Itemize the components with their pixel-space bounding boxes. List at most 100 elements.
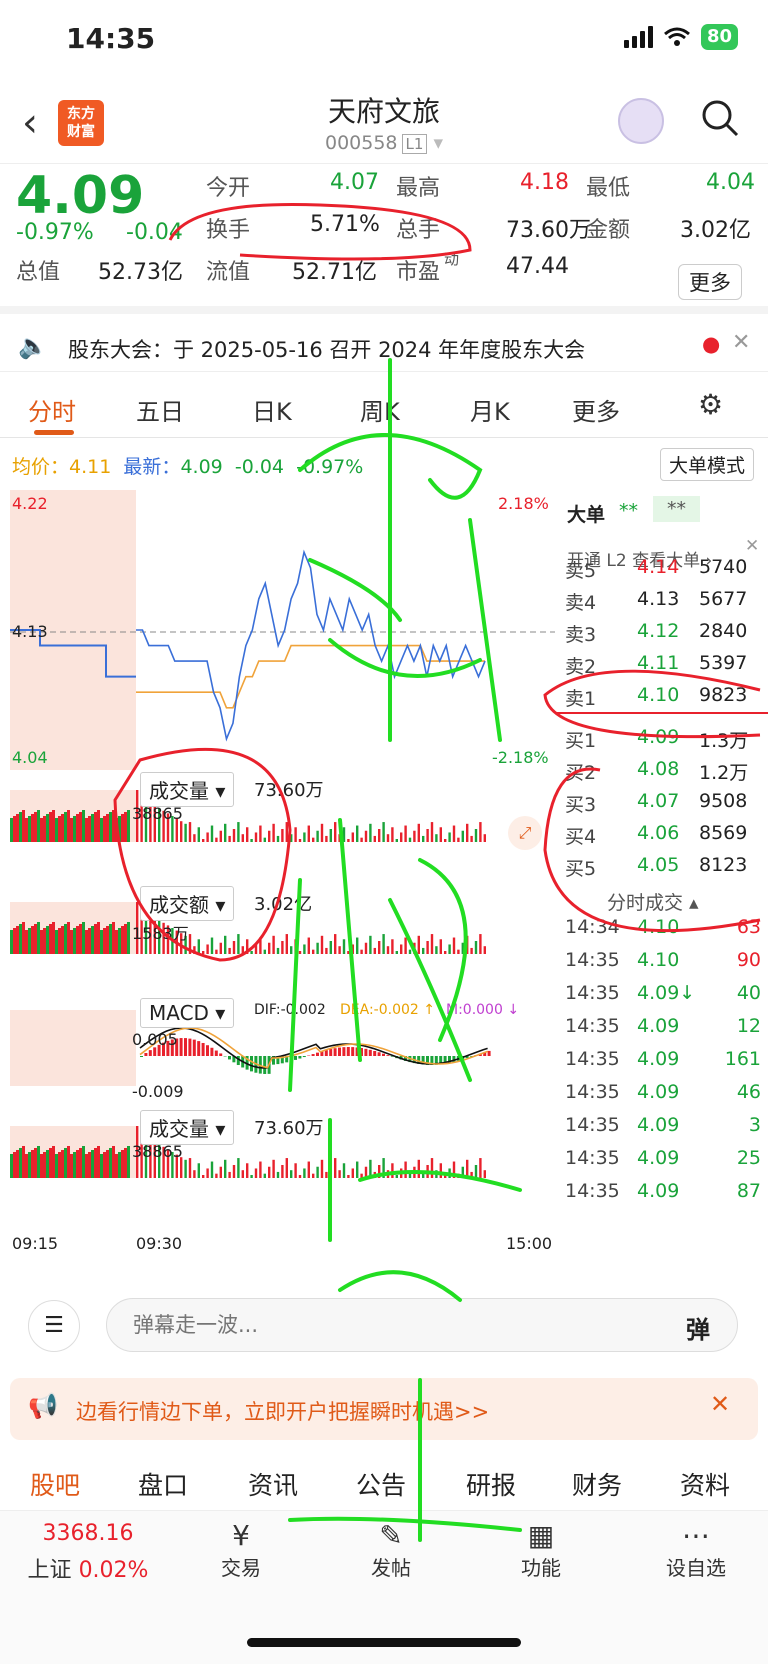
bottom-tab[interactable]: 资料 [680,1466,730,1502]
close-icon[interactable]: ✕ [745,536,759,556]
tick-row: 14:35 4.09 87 [565,1180,761,1202]
volume-bar [272,823,275,842]
volume-bar [106,814,109,842]
ask-row: 卖4 4.13 5677 [565,588,748,614]
bottom-tab[interactable]: 研报 [466,1466,516,1502]
expand-icon[interactable]: ⤢ [508,816,542,850]
macd-bar [228,1056,231,1060]
tick-row: 14:35 4.09 25 [565,1147,761,1169]
volume-bar [272,935,275,954]
volume-bar [25,818,28,842]
volume-bar [237,822,240,842]
nav-watchlist[interactable]: ⋯ 设自选 [646,1519,746,1581]
index-quote[interactable]: 3368.16 上证 0.02% [18,1521,158,1584]
tick-row: 14:35 4.09 46 [565,1081,761,1103]
intraday-chart[interactable]: 4.22 4.13 4.04 2.18% -2.18% 成交量 ▾ 73.60万… [10,490,555,1260]
more-dots-icon: ⋯ [682,1519,710,1552]
sub2-indicator-select[interactable]: 成交额 ▾ [140,886,235,921]
macd-bar [192,1039,196,1056]
tab-five-day[interactable]: 五日 [136,392,184,427]
float-cap: 52.71亿 [292,260,377,285]
volume-bar [16,926,19,954]
close-icon[interactable]: ✕ [710,1390,730,1418]
settings-gear-icon[interactable]: ⚙ [698,388,723,421]
tab-intraday[interactable]: 分时 [28,392,76,427]
volume-bar [276,835,280,842]
nav-post[interactable]: ✎ 发帖 [346,1519,436,1581]
volume-bar [246,827,249,842]
volume-bar [435,834,438,842]
volume-bar [303,832,306,842]
bottom-tab[interactable]: 公告 [356,1466,406,1502]
bottom-tab[interactable]: 资讯 [248,1466,298,1502]
volume-bar [439,939,442,954]
danmu-send-button[interactable]: 弹 [686,1310,710,1345]
nav-functions[interactable]: ▦ 功能 [496,1519,586,1581]
volume-bar [210,1161,214,1178]
volume-bar [103,816,106,842]
tab-daily-k[interactable]: 日K [252,392,292,427]
volume-bar [219,830,222,842]
nav-trade[interactable]: ¥ 交易 [196,1519,286,1581]
bottom-tab[interactable]: 财务 [572,1466,622,1502]
volume-bar [37,810,40,842]
volume-bar [307,825,310,842]
big-order-mode-button[interactable]: 大单模式 [660,448,755,481]
robot-assistant-icon[interactable] [618,98,664,144]
volume-bar [31,814,34,842]
volume-bar [43,928,46,954]
volume-bar [112,1146,115,1178]
volume-bar [334,934,337,954]
volume-bar [79,1148,82,1178]
tab-monthly-k[interactable]: 月K [470,392,510,427]
macd-bar [329,1049,333,1056]
volume-bar [474,1165,478,1178]
volume-bar [360,837,363,842]
volume-bar [224,935,227,954]
volume-bar [457,949,460,954]
tab-more[interactable]: 更多 [572,392,620,427]
edit-icon: ✎ [379,1519,403,1552]
volume-bar [254,944,258,954]
volume-bar [426,1165,429,1178]
bottom-content-tabs: 股吧 盘口 资讯 公告 研报 财务 资料 [0,1454,768,1510]
x-tick-open: 09:15 [12,1234,59,1253]
volume-bar [10,818,13,842]
volume-bar [483,946,486,954]
sub1-indicator-select[interactable]: 成交量 ▾ [140,772,235,807]
volume-bar [373,947,376,954]
notice-bar[interactable]: 🔈 股东大会：于 2025-05-16 召开 2024 年年度股东大会 ● ✕ [0,322,768,372]
volume-bar [91,814,94,842]
volume-bar [67,810,70,842]
volume-bar [180,821,183,842]
bottom-tab[interactable]: 盘口 [138,1466,188,1502]
volume-bar [395,1175,398,1178]
volume-bar [373,835,376,842]
volume-bar [408,837,412,842]
volume-bar [232,941,236,954]
close-icon[interactable]: ✕ [732,330,750,355]
volume-bar [215,1173,218,1178]
sub4-indicator-select[interactable]: 成交量 ▾ [140,1110,235,1145]
danmu-settings-icon[interactable]: ☰ [28,1300,80,1352]
volume-bar [202,951,205,954]
sub3-indicator-select[interactable]: MACD ▾ [140,998,235,1028]
tab-weekly-k[interactable]: 周K [360,392,400,427]
volume-bar [360,1173,363,1178]
volume-bar [40,818,43,842]
volume-bar [232,1165,236,1178]
volume-bar [46,926,49,954]
more-button[interactable]: 更多 [678,264,742,300]
danmu-input[interactable] [106,1298,738,1352]
volume-bar [360,949,363,954]
search-icon[interactable] [700,98,740,138]
volume-bar [215,837,218,842]
volume-bar [268,942,271,954]
volume-bar [82,810,85,842]
promo-banner[interactable]: 📢 边看行情边下单，立即开户把握瞬时机遇>> ✕ [10,1378,758,1440]
volume-bar [294,1163,297,1178]
volume-bar [356,825,359,842]
volume-bar [356,1161,359,1178]
bottom-tab[interactable]: 股吧 [30,1466,80,1502]
volume-bar [303,944,306,954]
